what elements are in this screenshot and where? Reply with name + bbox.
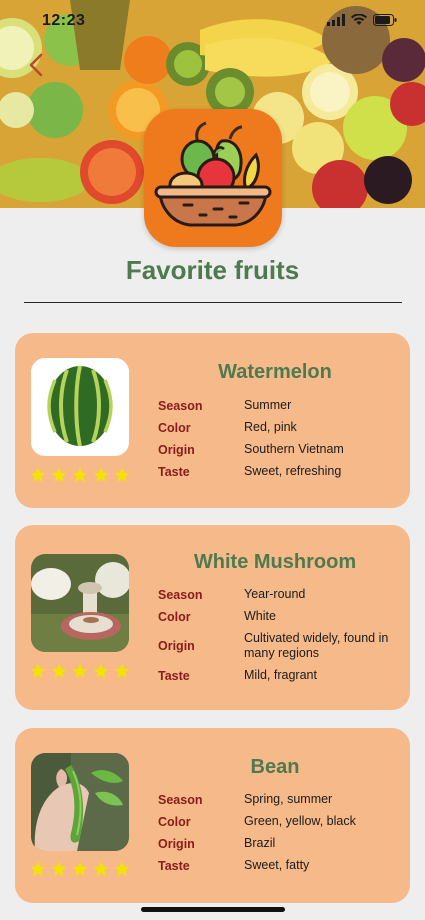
info-row-taste: Taste Sweet, refreshing — [158, 464, 403, 479]
color-value: White — [244, 609, 276, 623]
star-icon — [114, 663, 130, 679]
page-title: Favorite fruits — [125, 255, 300, 285]
star-icon — [72, 663, 88, 679]
info-row-color: Color White — [158, 609, 403, 624]
origin-label: Origin — [158, 836, 195, 851]
fruit-card-white-mushroom[interactable]: White Mushroom Season Year-round Color W… — [15, 525, 410, 710]
season-value: Summer — [244, 398, 292, 412]
fruit-info: Season Spring, summer Color Green, yello… — [158, 792, 403, 880]
bean-image — [31, 753, 129, 851]
origin-value: Cultivated widely, found in many regions — [244, 631, 389, 660]
star-icon — [51, 467, 67, 483]
star-icon — [30, 861, 46, 877]
home-indicator[interactable] — [141, 907, 285, 912]
rating-stars — [29, 662, 131, 680]
star-icon — [93, 467, 109, 483]
info-row-taste: Taste Mild, fragrant — [158, 668, 403, 683]
star-icon — [114, 861, 130, 877]
signal-icon — [327, 14, 345, 26]
taste-label: Taste — [158, 464, 190, 479]
fruit-basket-icon — [144, 109, 282, 247]
status-time: 12:23 — [42, 12, 86, 29]
white-mushroom-image — [31, 554, 129, 652]
fruit-info: Season Year-round Color White Origin Cul… — [158, 587, 403, 690]
star-icon — [51, 861, 67, 877]
color-value: Green, yellow, black — [244, 814, 356, 828]
info-row-origin: Origin Southern Vietnam — [158, 442, 403, 457]
battery-icon — [373, 14, 397, 26]
season-value: Spring, summer — [244, 792, 333, 806]
fruit-name: White Mushroom — [193, 551, 357, 573]
info-row-season: Season Summer — [158, 398, 403, 413]
info-row-taste: Taste Sweet, fatty — [158, 858, 403, 873]
star-icon — [51, 663, 67, 679]
rating-stars — [29, 860, 131, 878]
fruit-info: Season Summer Color Red, pink Origin Sou… — [158, 398, 403, 486]
star-icon — [114, 467, 130, 483]
season-value: Year-round — [244, 587, 306, 601]
fruit-card-watermelon[interactable]: Watermelon Season Summer Color Red, pink… — [15, 333, 410, 508]
info-row-color: Color Red, pink — [158, 420, 403, 435]
origin-value: Southern Vietnam — [244, 442, 344, 456]
star-icon — [72, 467, 88, 483]
rating-stars — [29, 466, 131, 484]
origin-label: Origin — [158, 639, 195, 653]
origin-value: Brazil — [244, 836, 276, 850]
star-icon — [93, 861, 109, 877]
info-row-season: Season Year-round — [158, 587, 403, 602]
info-row-origin: Origin Cultivated widely, found in many … — [158, 631, 403, 661]
star-icon — [30, 663, 46, 679]
taste-value: Sweet, fatty — [244, 858, 310, 872]
star-icon — [72, 861, 88, 877]
season-label: Season — [158, 398, 203, 413]
chevron-left-icon[interactable] — [24, 52, 50, 78]
season-label: Season — [158, 587, 203, 602]
title-divider — [24, 302, 402, 303]
color-value: Red, pink — [244, 420, 297, 434]
taste-value: Mild, fragrant — [244, 668, 317, 682]
taste-value: Sweet, refreshing — [244, 464, 342, 478]
taste-label: Taste — [158, 858, 190, 873]
info-row-origin: Origin Brazil — [158, 836, 403, 851]
color-label: Color — [158, 814, 191, 829]
wifi-icon — [351, 14, 367, 25]
watermelon-image — [31, 358, 129, 456]
info-row-color: Color Green, yellow, black — [158, 814, 403, 829]
fruit-name: Bean — [250, 756, 300, 778]
season-label: Season — [158, 792, 203, 807]
status-icons — [327, 14, 397, 26]
color-label: Color — [158, 420, 191, 435]
star-icon — [30, 467, 46, 483]
info-row-season: Season Spring, summer — [158, 792, 403, 807]
origin-label: Origin — [158, 442, 195, 457]
color-label: Color — [158, 609, 191, 624]
star-icon — [93, 663, 109, 679]
status-bar: 12:23 — [0, 0, 425, 40]
fruit-card-bean[interactable]: Bean Season Spring, summer Color Green, … — [15, 728, 410, 903]
taste-label: Taste — [158, 668, 190, 683]
fruit-name: Watermelon — [218, 361, 332, 383]
